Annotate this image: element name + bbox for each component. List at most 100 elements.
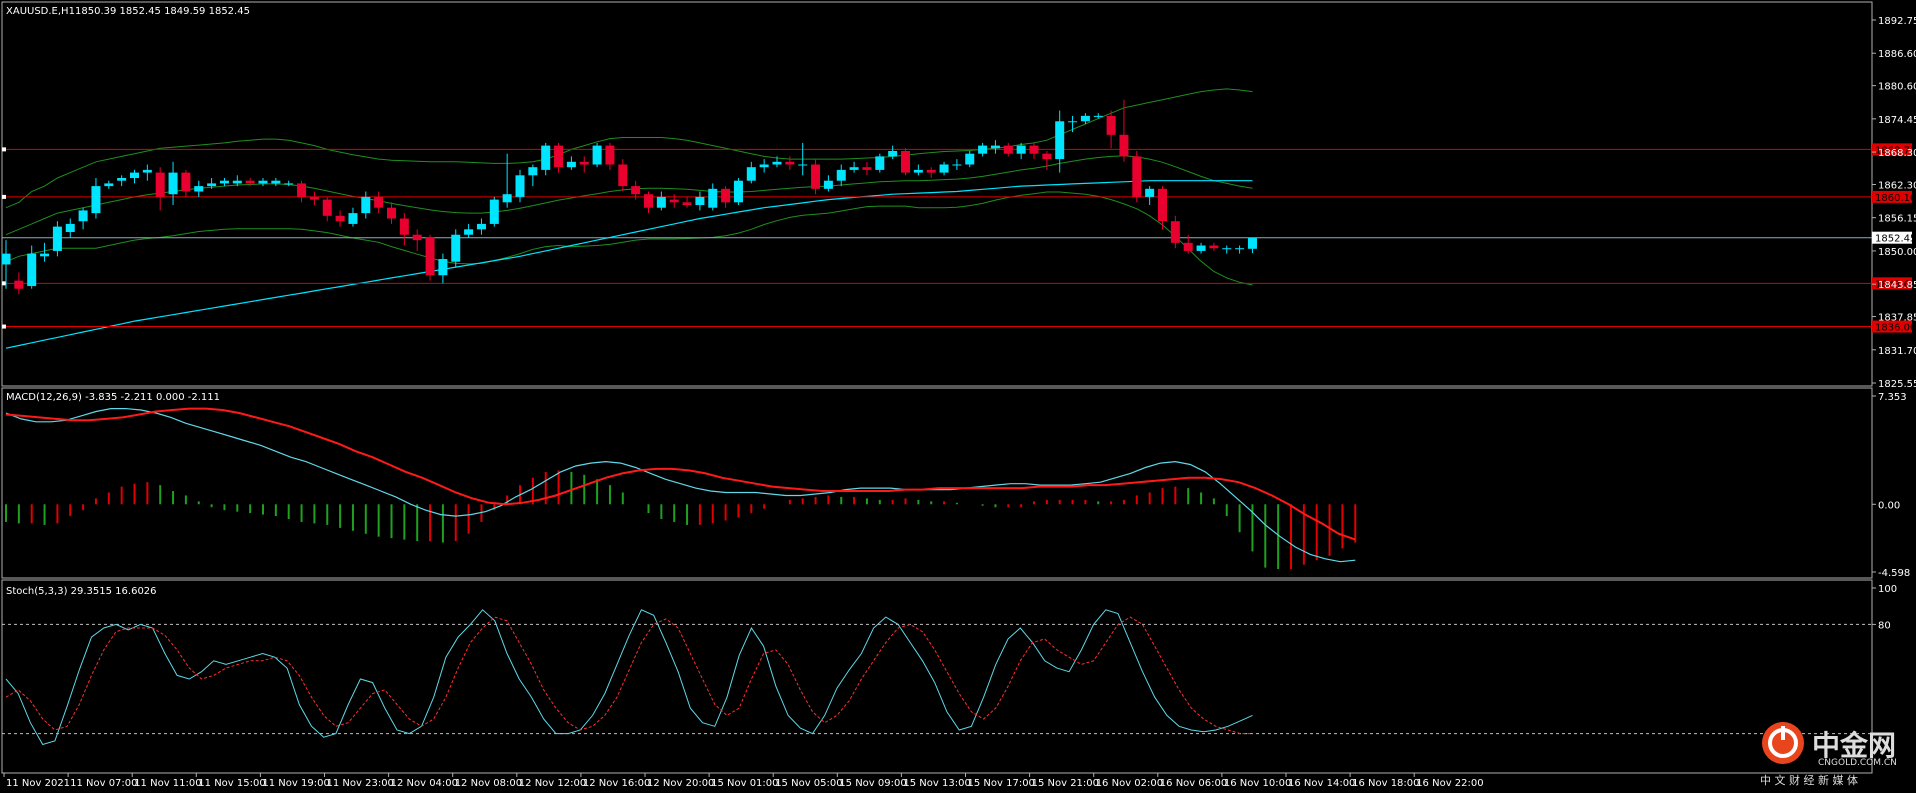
price-ohlc-readout: 1850.39 1852.45 1849.59 1852.45 (75, 6, 250, 17)
candle-body (284, 183, 294, 185)
hline-handle[interactable] (2, 194, 6, 199)
last-price-label: 1852.45 (1875, 234, 1916, 245)
candle-body (1196, 245, 1206, 251)
cngold-sub-text: 中 文 财 经 新 媒 体 (1760, 774, 1858, 787)
candle-body (656, 196, 666, 208)
hline-handle[interactable] (2, 147, 6, 152)
candle-body (1183, 242, 1193, 251)
candle-body (1093, 115, 1103, 117)
candle-body (1222, 248, 1232, 250)
candle-body (605, 145, 615, 165)
macd-series (5, 407, 1357, 570)
price-tick-label: 1837.85 (1878, 313, 1916, 324)
time-tick-label: 16 Nov 22:00 (1416, 778, 1483, 789)
candle-body (901, 150, 910, 173)
stoch-pane-frame (1, 579, 1873, 774)
candle-body (168, 172, 178, 195)
candle-body (733, 180, 743, 203)
moving-average (5, 180, 1253, 349)
time-tick-label: 15 Nov 21:00 (1032, 778, 1099, 789)
candle-body (399, 218, 409, 235)
candle-body (451, 234, 461, 262)
candle-body (232, 180, 242, 184)
time-tick-label: 11 Nov 2021 (6, 778, 70, 789)
time-tick-label: 12 Nov 20:00 (647, 778, 714, 789)
candle-body (669, 199, 679, 203)
candle-body (888, 150, 898, 157)
candle-body (1003, 145, 1013, 154)
candle-body (1145, 188, 1155, 197)
candle-body (335, 215, 345, 222)
macd-tick-label: -4.598 (1878, 568, 1910, 579)
candle-body (1247, 237, 1257, 249)
candle-body (939, 164, 949, 173)
candle-body (40, 253, 50, 257)
price-tick-label: 1886.60 (1878, 49, 1916, 60)
trading-chart[interactable]: 1868.731860.101843.621836.00 1892.75 1886… (0, 0, 1916, 793)
candle-body (554, 145, 564, 168)
candle-body (207, 183, 217, 187)
time-tick-label: 16 Nov 18:00 (1352, 778, 1419, 789)
time-tick-label: 15 Nov 05:00 (775, 778, 842, 789)
hline-handle[interactable] (2, 324, 6, 329)
candle-body (464, 229, 474, 235)
candle-body (823, 180, 833, 189)
candle-body (1029, 145, 1039, 154)
candle-body (297, 183, 307, 197)
cngold-logo-icon (1762, 722, 1804, 764)
candle-body (1016, 145, 1026, 154)
time-tick-label: 11 Nov 23:00 (327, 778, 394, 789)
price-tick-label: 1880.60 (1878, 82, 1916, 93)
candle-body (502, 194, 512, 203)
candle-body (785, 161, 795, 165)
time-tick-label: 11 Nov 19:00 (262, 778, 329, 789)
price-tick-label: 1892.75 (1878, 16, 1916, 27)
candle-body (862, 167, 872, 170)
price-tick-label: 1825.55 (1878, 379, 1916, 390)
price-tick-label: 1831.70 (1878, 346, 1916, 357)
time-tick-label: 12 Nov 04:00 (391, 778, 458, 789)
candle-body (1209, 245, 1219, 249)
candle-body (117, 178, 127, 181)
stoch-title: Stoch(5,3,3) 29.3515 16.6026 (6, 586, 157, 597)
candle-body (541, 145, 551, 170)
time-tick-label: 16 Nov 10:00 (1224, 778, 1291, 789)
hline-handle[interactable] (2, 281, 6, 286)
stoch-tick-label: 100 (1878, 584, 1897, 595)
hline-price-label: 1860.10 (1875, 193, 1916, 204)
candle-body (579, 161, 589, 165)
time-tick-label: 12 Nov 16:00 (583, 778, 650, 789)
candle-body (926, 169, 936, 173)
candle-body (772, 161, 782, 165)
time-tick-label: 16 Nov 02:00 (1096, 778, 1163, 789)
candle-body (1235, 248, 1245, 250)
candle-body (849, 167, 859, 170)
candle-body (412, 234, 422, 241)
candle-body (515, 175, 525, 197)
horizontal-levels[interactable]: 1868.731860.101843.621836.00 (2, 143, 1916, 334)
candle-body (52, 226, 62, 251)
candle-body (258, 180, 268, 184)
bollinger-bands (5, 88, 1253, 286)
candle-body (566, 161, 576, 168)
time-tick-label: 12 Nov 12:00 (519, 778, 586, 789)
time-tick-label: 11 Nov 07:00 (70, 778, 137, 789)
macd-title: MACD(12,26,9) -3.835 -2.211 0.000 -2.111 (6, 392, 220, 403)
candle-body (913, 169, 923, 173)
cngold-url-text: CNGOLD.COM.CN (1818, 758, 1897, 768)
time-tick-label: 11 Nov 11:00 (134, 778, 201, 789)
price-tick-label: 1868.30 (1878, 148, 1916, 159)
macd-signal-line (5, 407, 1356, 541)
candle-body (1068, 121, 1078, 123)
stoch-tick-label: 80 (1878, 620, 1891, 631)
time-tick-label: 12 Nov 08:00 (455, 778, 522, 789)
candle-body (682, 202, 692, 206)
candle-body (965, 153, 975, 165)
candle-body (1055, 121, 1065, 160)
candle-body (361, 196, 371, 214)
candle-body (1106, 115, 1116, 135)
cngold-watermark: 中金网 CNGOLD.COM.CN 中 文 财 经 新 媒 体 (1760, 720, 1910, 790)
candle-body (65, 223, 75, 233)
candle-body (387, 207, 396, 219)
time-tick-label: 15 Nov 13:00 (903, 778, 970, 789)
